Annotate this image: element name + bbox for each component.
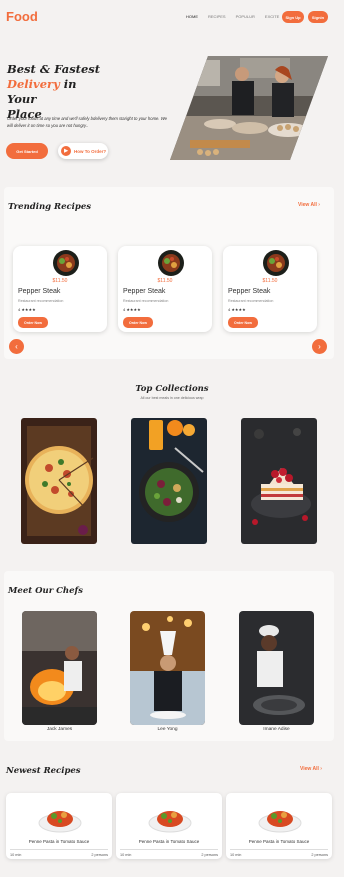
pasta-dish-image — [38, 799, 82, 835]
recipe-card[interactable]: $11.50 Pepper Steak Restaurant recommend… — [13, 246, 107, 332]
recipe-rating: 4 ★★★★ — [123, 307, 141, 312]
pasta-dish-image — [258, 799, 302, 835]
page: Food HOME RECIPES POPULUR EXCITE Sign Up… — [0, 0, 344, 877]
carousel-next-button[interactable]: › — [312, 339, 327, 354]
divider — [120, 849, 218, 850]
hero-image — [170, 56, 328, 160]
newest-title: Newest Recipes — [6, 766, 81, 776]
recipe-servings: 2 persons — [201, 853, 218, 857]
recipe-rating: 4 ★★★★ — [18, 307, 36, 312]
get-started-button[interactable]: Get Started — [6, 143, 48, 159]
signup-button[interactable]: Sign Up — [282, 11, 304, 23]
recipe-description: Restaurant recommendation — [123, 299, 169, 303]
how-to-order-button[interactable]: ▶ How To Order? — [58, 143, 108, 159]
order-now-button[interactable]: Order Now — [18, 317, 48, 328]
recipe-price: $11.50 — [52, 278, 68, 284]
recipe-price: $11.50 — [262, 278, 278, 284]
recipe-servings: 2 persons — [311, 853, 328, 857]
collection-salad[interactable] — [131, 418, 207, 544]
hero-title: Best & Fastest Delivery in Your Place — [7, 62, 107, 122]
chefs-title: Meet Our Chefs — [8, 586, 83, 596]
menu-recipes[interactable]: RECIPES — [208, 14, 226, 19]
chef-name: Lee Yong — [157, 727, 178, 732]
order-now-button[interactable]: Order Now — [123, 317, 153, 328]
recipe-time: 10 min — [10, 853, 22, 857]
recipe-time: 10 min — [230, 853, 242, 857]
collection-cake[interactable] — [241, 418, 317, 544]
chef-name: Jack James — [46, 727, 73, 732]
recipe-description: Restaurant recommendation — [18, 299, 64, 303]
recipe-thumbnail — [263, 250, 289, 276]
chevron-right-icon: › — [320, 766, 322, 772]
carousel-prev-button[interactable]: ‹ — [9, 339, 24, 354]
chef-photo[interactable] — [239, 611, 314, 725]
how-to-order-label: How To Order? — [74, 148, 107, 154]
collection-pizza[interactable] — [21, 418, 97, 544]
recipe-description: Restaurant recommendation — [228, 299, 274, 303]
hero-text: Order your foods at any time and we'll s… — [7, 116, 167, 128]
menu-home[interactable]: HOME — [186, 14, 198, 19]
logo[interactable]: Food — [6, 9, 38, 24]
trending-view-all[interactable]: View All › — [298, 202, 320, 208]
newest-view-all-label: View All — [300, 766, 319, 772]
recipe-name: Pepper Steak — [228, 288, 271, 295]
recipe-card[interactable]: $11.50 Pepper Steak Restaurant recommend… — [118, 246, 212, 332]
chevron-left-icon: ‹ — [15, 342, 18, 351]
chevron-right-icon: › — [318, 202, 320, 208]
chef-photo[interactable] — [22, 611, 97, 725]
recipe-price: $11.50 — [157, 278, 173, 284]
trending-view-all-label: View All — [298, 202, 317, 208]
newest-recipe-card[interactable]: Penne Pasta in Tomato Sauce 10 min 2 per… — [226, 793, 332, 859]
recipe-time: 10 min — [120, 853, 132, 857]
trending-title: Trending Recipes — [8, 202, 92, 212]
recipe-thumbnail — [53, 250, 79, 276]
main-menu: HOME RECIPES POPULUR EXCITE — [186, 14, 279, 19]
menu-excite[interactable]: EXCITE — [265, 14, 279, 19]
newest-recipe-card[interactable]: Penne Pasta in Tomato Sauce 10 min 2 per… — [116, 793, 222, 859]
recipe-name: Penne Pasta in Tomato Sauce — [248, 839, 310, 844]
chef-name: Imane Adise — [263, 727, 290, 732]
collections-title: Top Collections — [135, 384, 209, 394]
newest-view-all[interactable]: View All › — [300, 766, 322, 772]
play-icon: ▶ — [61, 146, 71, 156]
signin-button[interactable]: Signin — [308, 11, 328, 23]
order-now-button[interactable]: Order Now — [228, 317, 258, 328]
pasta-dish-image — [148, 799, 192, 835]
hero-title-highlight: Delivery — [7, 77, 60, 91]
recipe-card[interactable]: $11.50 Pepper Steak Restaurant recommend… — [223, 246, 317, 332]
divider — [230, 849, 328, 850]
collections-subtitle: All our best meals in one delicious wrap — [140, 396, 204, 400]
recipe-servings: 2 persons — [91, 853, 108, 857]
recipe-name: Penne Pasta in Tomato Sauce — [28, 839, 90, 844]
newest-recipe-card[interactable]: Penne Pasta in Tomato Sauce 10 min 2 per… — [6, 793, 112, 859]
recipe-name: Pepper Steak — [18, 288, 61, 295]
recipe-thumbnail — [158, 250, 184, 276]
recipe-name: Pepper Steak — [123, 288, 166, 295]
recipe-rating: 4 ★★★★ — [228, 307, 246, 312]
divider — [10, 849, 108, 850]
recipe-name: Penne Pasta in Tomato Sauce — [138, 839, 200, 844]
chef-photo[interactable] — [130, 611, 205, 725]
hero-title-line1: Best & Fastest — [7, 62, 101, 76]
chevron-right-icon: › — [318, 342, 321, 351]
menu-popular[interactable]: POPULUR — [236, 14, 255, 19]
